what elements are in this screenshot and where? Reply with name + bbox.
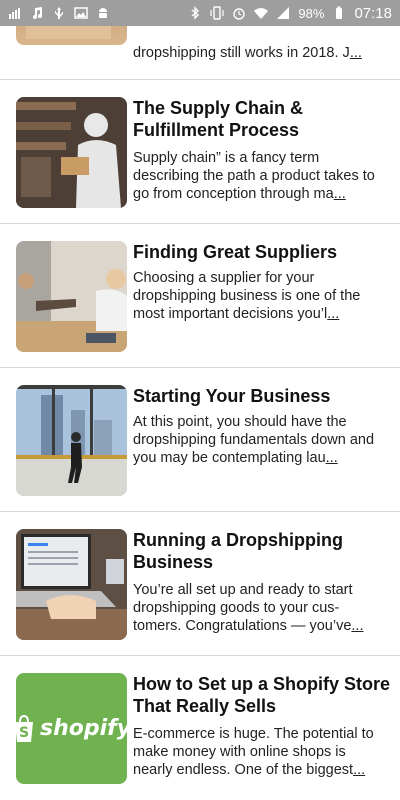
article-item[interactable]: dropshipping still works in 2018. J... [0,26,400,80]
box-image [26,26,111,39]
status-bar: 98% 07:18 [0,0,400,26]
description-text: dropshipping still works in 2018. J [133,45,350,61]
description-text: At this point, you should have the drops… [133,414,375,466]
usb-icon [55,7,63,19]
read-more-link[interactable]: ... [326,450,338,466]
article-title[interactable]: The Supply Chain & Fulfillment Process [133,97,391,141]
battery-percent: 98% [298,5,325,21]
status-left [8,6,110,20]
box-photo [16,26,127,45]
article-description: Choosing a supplier for your dropshippin… [133,269,385,323]
alarm-icon [233,8,246,20]
article-description: Supply chain” is a fancy term describing… [133,149,385,203]
shopify-logo-text: shopify [39,716,127,741]
description-text: You’re all set up and ready to start dro… [133,582,353,634]
signal-bars-icon [9,8,20,19]
description-text: E-commerce is huge. The potential to mak… [133,726,374,778]
article-description: E-commerce is huge. The potential to mak… [133,725,385,779]
article-item[interactable]: Finding Great Suppliers Choosing a suppl… [0,224,400,368]
laptop-image [16,529,127,640]
article-title[interactable]: How to Set up a Shopify Store That Reall… [133,673,391,717]
bluetooth-icon [191,6,200,20]
article-title[interactable]: Starting Your Business [133,385,391,407]
read-more-link[interactable]: ... [353,762,365,778]
article-description: You’re all set up and ready to start dro… [133,581,385,635]
article-title[interactable]: Finding Great Suppliers [133,241,391,263]
article-title[interactable]: Running a Dropshipping Business [133,529,391,573]
read-more-link[interactable]: ... [327,306,339,322]
music-icon [33,7,42,19]
handshake-meeting-photo [16,241,127,352]
cell-signal-icon [277,7,290,19]
wifi-icon [254,8,269,19]
shopify-logo: S shopify [16,673,127,784]
article-description: At this point, you should have the drops… [133,413,385,467]
warehouse-image [16,97,127,208]
read-more-link[interactable]: ... [350,45,362,61]
shopping-bag-icon: S [16,714,33,742]
svg-text:S: S [19,725,29,741]
read-more-link[interactable]: ... [334,186,346,202]
article-item[interactable]: Starting Your Business At this point, yo… [0,368,400,512]
article-description: dropshipping still works in 2018. J... [133,44,385,62]
read-more-link[interactable]: ... [351,618,363,634]
meeting-image [16,241,127,352]
businessman-walking-photo [16,385,127,496]
article-list[interactable]: dropshipping still works in 2018. J... T… [0,26,400,800]
image-icon [74,7,88,19]
article-item[interactable]: S shopify How to Set up a Shopify Store … [0,656,400,800]
clock-time: 07:18 [354,4,392,22]
article-item[interactable]: The Supply Chain & Fulfillment Process S… [0,80,400,224]
battery-icon [336,6,343,19]
warehouse-worker-photo [16,97,127,208]
vibrate-icon [210,6,225,20]
status-right: 98% 07:18 [188,5,392,22]
laptop-typing-photo [16,529,127,640]
city-image [16,385,127,496]
android-icon [99,8,107,18]
article-item[interactable]: Running a Dropshipping Business You’re a… [0,512,400,656]
